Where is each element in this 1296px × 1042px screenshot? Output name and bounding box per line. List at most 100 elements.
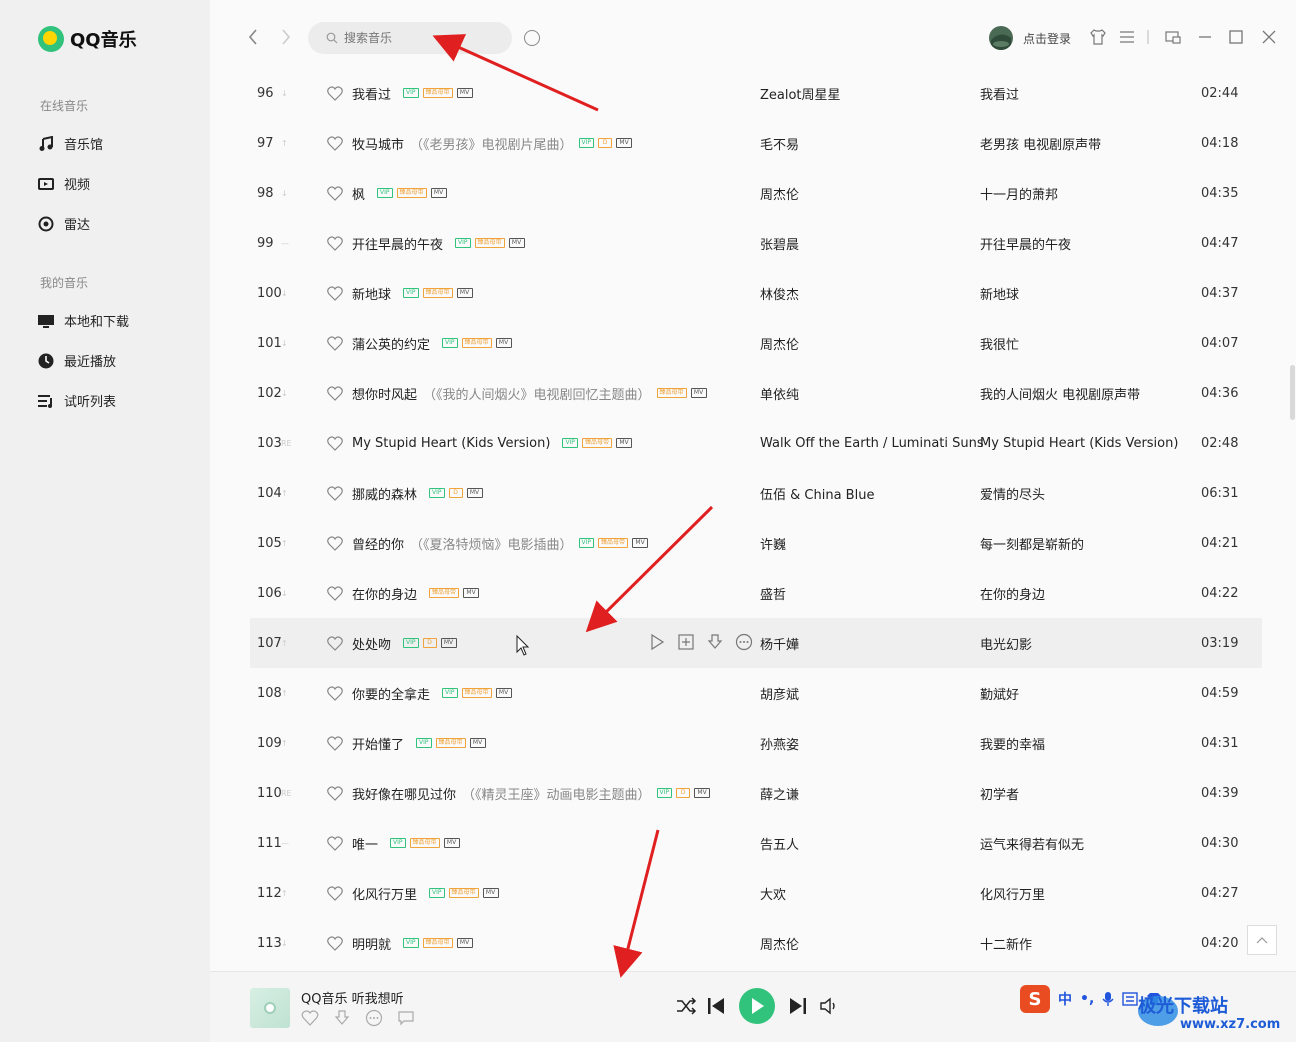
sidebar-item-video[interactable]: 视频 (38, 174, 90, 193)
track-album[interactable]: 开往早晨的午夜 (980, 218, 1071, 268)
minimize-icon[interactable] (1196, 28, 1214, 46)
track-album[interactable]: 每一刻都是崭新的 (980, 518, 1084, 568)
track-title-cell[interactable]: 曾经的你 （《夏洛特烦恼》电影插曲） VIP 臻品母带 MV (352, 518, 649, 568)
mv-badge[interactable]: MV (463, 588, 480, 598)
track-title-cell[interactable]: 你要的全拿走 VIP 臻品母带 MV (352, 668, 512, 718)
heart-icon[interactable] (327, 368, 343, 418)
heart-icon[interactable] (327, 718, 343, 768)
track-artist[interactable]: 周杰伦 (760, 168, 799, 218)
mv-badge[interactable]: MV (616, 138, 633, 148)
voice-search-icon[interactable] (524, 30, 540, 46)
track-artist[interactable]: 告五人 (760, 818, 799, 868)
track-artist[interactable]: 孙燕姿 (760, 718, 799, 768)
table-row[interactable]: 106 ↓ 在你的身边 臻品母带 MV 盛哲 在你的身边 04:22 (250, 568, 1262, 618)
skin-shirt-icon[interactable] (1089, 28, 1107, 46)
table-row[interactable]: 109 ↑ 开始懂了 VIP 臻品母带 MV 孙燕姿 我要的幸福 04:31 (250, 718, 1262, 768)
track-title-cell[interactable]: 化风行万里 VIP 臻品母带 MV (352, 868, 499, 918)
table-row[interactable]: 100 ↓ 新地球 VIP 臻品母带 MV 林俊杰 新地球 04:37 (250, 268, 1262, 318)
search-input[interactable] (344, 31, 494, 45)
download-icon[interactable] (706, 633, 724, 651)
track-title-cell[interactable]: 在你的身边 臻品母带 MV (352, 568, 480, 618)
track-album[interactable]: 我的人间烟火 电视剧原声带 (980, 368, 1140, 418)
close-icon[interactable] (1260, 28, 1278, 46)
shuffle-icon[interactable] (675, 995, 697, 1017)
track-album[interactable]: 化风行万里 (980, 868, 1045, 918)
table-row[interactable]: 98 ↓ 枫 VIP 臻品母带 MV 周杰伦 十一月的萧邦 04:35 (250, 168, 1262, 218)
menu-icon[interactable] (1118, 28, 1136, 46)
track-title-cell[interactable]: 处处吻 VIP D MV (352, 618, 457, 668)
table-row[interactable]: 112 ↑ 化风行万里 VIP 臻品母带 MV 大欢 化风行万里 04:27 (250, 868, 1262, 918)
heart-icon[interactable] (327, 218, 343, 268)
track-album[interactable]: 爱情的尽头 (980, 468, 1045, 518)
track-album[interactable]: 新地球 (980, 268, 1019, 318)
track-title-cell[interactable]: 开始懂了 VIP 臻品母带 MV (352, 718, 486, 768)
mv-badge[interactable]: MV (482, 888, 499, 898)
track-title-cell[interactable]: 新地球 VIP 臻品母带 MV (352, 268, 473, 318)
table-row[interactable]: 104 ↑ 挪威的森林 VIP D MV 伍佰 & China Blue 爱情的尽头… (250, 468, 1262, 518)
track-artist[interactable]: 薛之谦 (760, 768, 799, 818)
track-title-cell[interactable]: 蒲公英的约定 VIP 臻品母带 MV (352, 318, 512, 368)
track-title-cell[interactable]: 想你时风起 （《我的人间烟火》电视剧回忆主题曲） 臻品母带 MV (352, 368, 707, 418)
sidebar-item-local-download[interactable]: 本地和下载 (38, 311, 129, 330)
volume-icon[interactable] (818, 995, 840, 1017)
table-row[interactable]: 102 ↓ 想你时风起 （《我的人间烟火》电视剧回忆主题曲） 臻品母带 MV 单依… (250, 368, 1262, 418)
mv-badge[interactable]: MV (690, 388, 707, 398)
mv-badge[interactable]: MV (495, 338, 512, 348)
sidebar-item-radar[interactable]: 雷达 (38, 214, 90, 233)
table-row[interactable]: 97 ↑ 牧马城市 （《老男孩》电视剧片尾曲） VIP D MV 毛不易 老男孩 电… (250, 118, 1262, 168)
heart-icon[interactable] (327, 268, 343, 318)
table-row[interactable]: 111 — 唯一 VIP 臻品母带 MV 告五人 运气来得若有似无 04:30 (250, 818, 1262, 868)
track-title-cell[interactable]: 唯一 VIP 臻品母带 MV (352, 818, 460, 868)
mv-badge[interactable]: MV (466, 488, 483, 498)
add-icon[interactable] (677, 633, 695, 651)
sogou-ime-icon[interactable]: S (1020, 985, 1050, 1013)
track-album[interactable]: 十一月的萧邦 (980, 168, 1058, 218)
more-icon[interactable] (365, 1009, 383, 1027)
heart-icon[interactable] (327, 768, 343, 818)
download-icon[interactable] (333, 1009, 351, 1027)
play-button[interactable] (739, 988, 775, 1024)
heart-icon[interactable] (327, 518, 343, 568)
track-title-cell[interactable]: 开往早晨的午夜 VIP 臻品母带 MV (352, 218, 525, 268)
album-cover[interactable] (250, 988, 290, 1028)
heart-icon[interactable] (327, 818, 343, 868)
track-artist[interactable]: 伍佰 & China Blue (760, 468, 874, 518)
track-artist[interactable]: Zealot周星星 (760, 68, 841, 118)
table-row[interactable]: 103 RE My Stupid Heart (Kids Version) VI… (250, 418, 1262, 468)
heart-icon[interactable] (327, 668, 343, 718)
track-album[interactable]: 在你的身边 (980, 568, 1045, 618)
table-row[interactable]: 105 ↑ 曾经的你 （《夏洛特烦恼》电影插曲） VIP 臻品母带 MV 许巍 每一… (250, 518, 1262, 568)
comment-icon[interactable] (397, 1009, 415, 1027)
table-row[interactable]: 99 — 开往早晨的午夜 VIP 臻品母带 MV 张碧晨 开往早晨的午夜 04:47 (250, 218, 1262, 268)
heart-icon[interactable] (327, 568, 343, 618)
login-link[interactable]: 点击登录 (1023, 30, 1071, 47)
microphone-icon[interactable] (1102, 991, 1114, 1007)
track-title-cell[interactable]: 枫 VIP 臻品母带 MV (352, 168, 447, 218)
keyboard-icon[interactable] (1122, 992, 1138, 1006)
track-artist[interactable]: 盛哲 (760, 568, 786, 618)
mv-badge[interactable]: MV (508, 238, 525, 248)
sidebar-item-music-hall[interactable]: 音乐馆 (38, 134, 103, 153)
heart-icon[interactable] (327, 418, 343, 468)
play-icon[interactable] (648, 633, 666, 651)
scrollbar-thumb[interactable] (1290, 365, 1295, 420)
heart-icon[interactable] (327, 918, 343, 968)
track-title-cell[interactable]: 牧马城市 （《老男孩》电视剧片尾曲） VIP D MV (352, 118, 633, 168)
mv-badge[interactable]: MV (694, 788, 711, 798)
track-title-cell[interactable]: 明明就 VIP 臻品母带 MV (352, 918, 473, 968)
track-title-cell[interactable]: 挪威的森林 VIP D MV (352, 468, 483, 518)
track-artist[interactable]: 张碧晨 (760, 218, 799, 268)
previous-track-icon[interactable] (705, 995, 727, 1017)
track-album[interactable]: 运气来得若有似无 (980, 818, 1084, 868)
track-album[interactable]: My Stupid Heart (Kids Version) (980, 418, 1178, 468)
mv-badge[interactable]: MV (456, 938, 473, 948)
ime-language[interactable]: 中 (1058, 989, 1072, 1009)
mv-badge[interactable]: MV (443, 838, 460, 848)
next-track-icon[interactable] (787, 995, 809, 1017)
heart-icon[interactable] (327, 168, 343, 218)
mv-badge[interactable]: MV (430, 188, 447, 198)
track-title-cell[interactable]: 我好像在哪见过你 （《精灵王座》动画电影主题曲） VIP D MV (352, 768, 711, 818)
search-box[interactable] (308, 22, 512, 54)
heart-icon[interactable] (327, 468, 343, 518)
heart-icon[interactable] (327, 318, 343, 368)
